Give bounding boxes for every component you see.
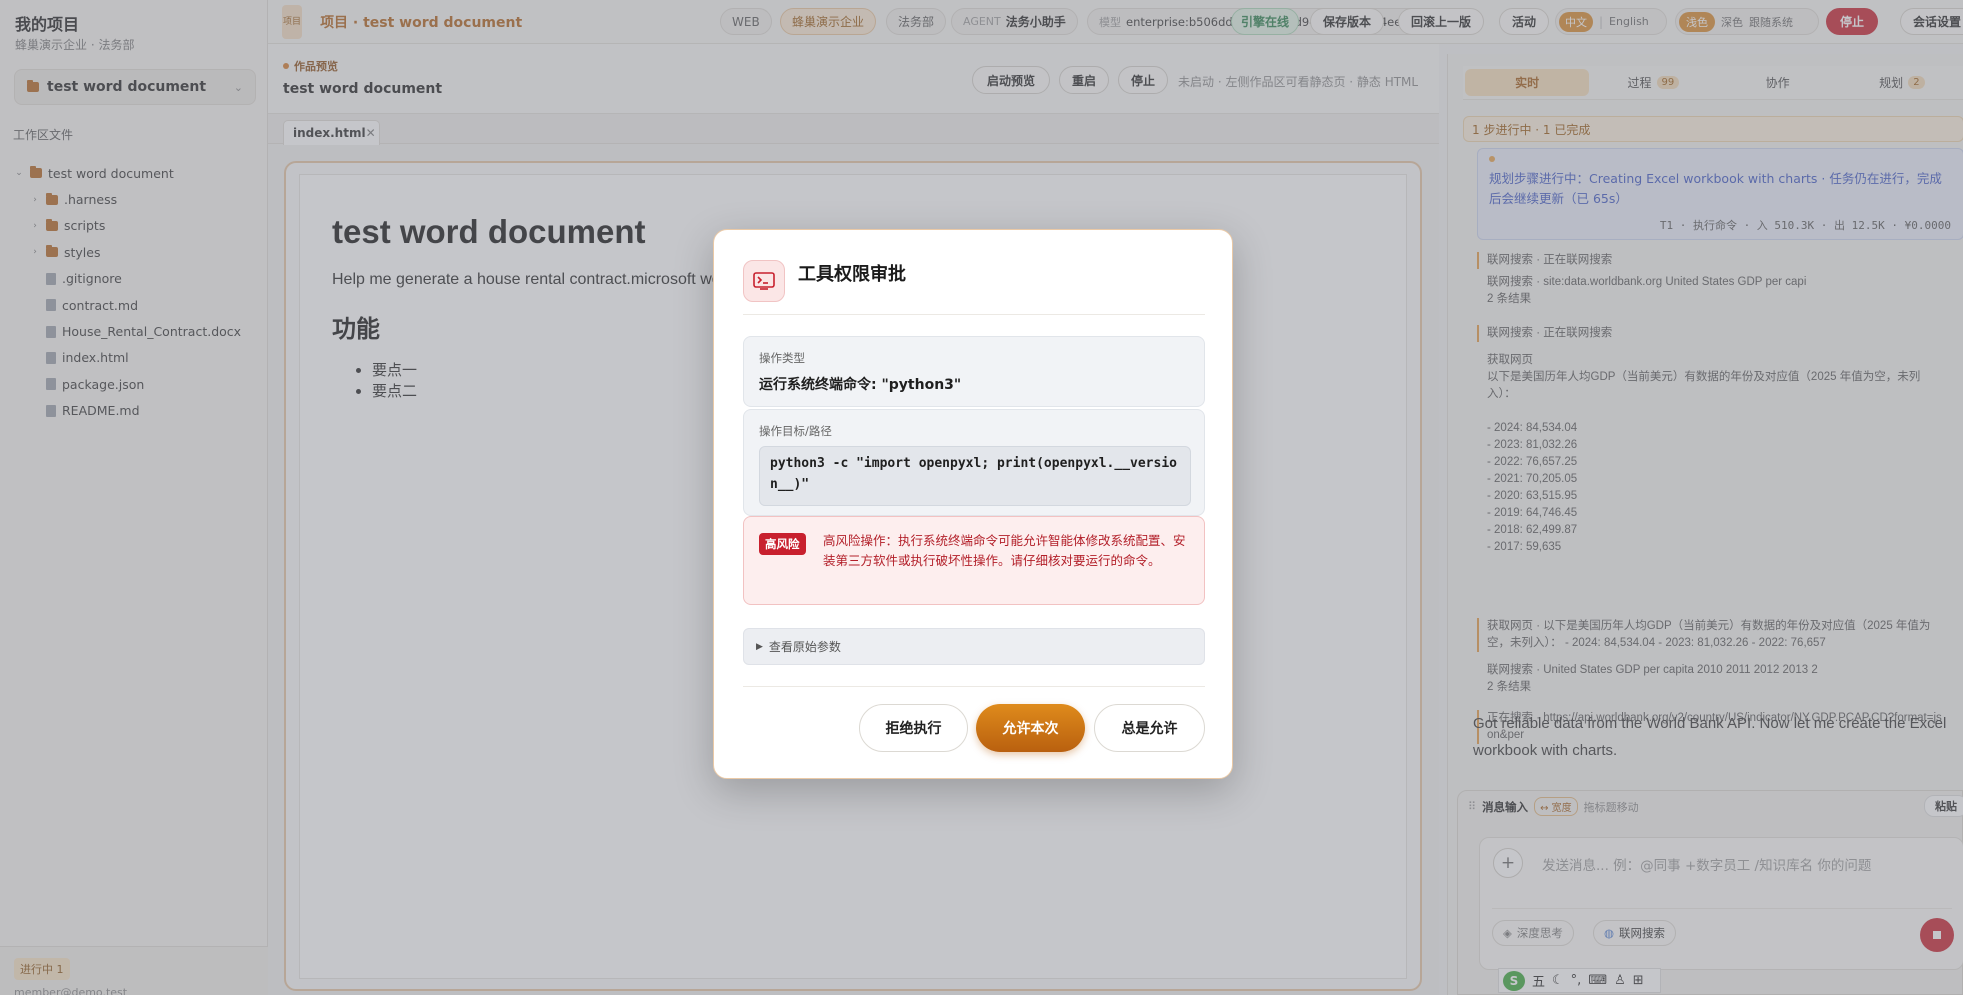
operation-target-command: python3 -c "import openpyxl; print(openp… — [759, 446, 1191, 506]
terminal-icon — [743, 260, 785, 302]
deny-button[interactable]: 拒绝执行 — [859, 704, 968, 752]
tool-permission-dialog: 工具权限审批 操作类型 运行系统终端命令: "python3" 操作目标/路径 … — [713, 229, 1233, 779]
operation-type-label: 操作类型 — [759, 351, 805, 365]
risk-text: 高风险操作：执行系统终端命令可能允许智能体修改系统配置、安装第三方软件或执行破坏… — [823, 533, 1186, 568]
operation-target-box: 操作目标/路径 python3 -c "import openpyxl; pri… — [743, 409, 1205, 516]
always-allow-button[interactable]: 总是允许 — [1094, 704, 1205, 752]
divider — [743, 314, 1205, 315]
operation-type-value: 运行系统终端命令: "python3" — [759, 377, 962, 393]
risk-badge: 高风险 — [759, 533, 806, 555]
triangle-right-icon: ▶ — [756, 641, 763, 652]
allow-once-button[interactable]: 允许本次 — [976, 704, 1085, 752]
operation-type-box: 操作类型 运行系统终端命令: "python3" — [743, 336, 1205, 407]
raw-params-toggle[interactable]: ▶ 查看原始参数 — [743, 628, 1205, 665]
raw-params-label: 查看原始参数 — [768, 640, 841, 654]
dialog-title: 工具权限审批 — [798, 264, 906, 285]
risk-warning: 高风险 高风险操作：执行系统终端命令可能允许智能体修改系统配置、安装第三方软件或… — [743, 516, 1205, 605]
divider — [743, 686, 1205, 687]
operation-target-label: 操作目标/路径 — [759, 424, 832, 438]
